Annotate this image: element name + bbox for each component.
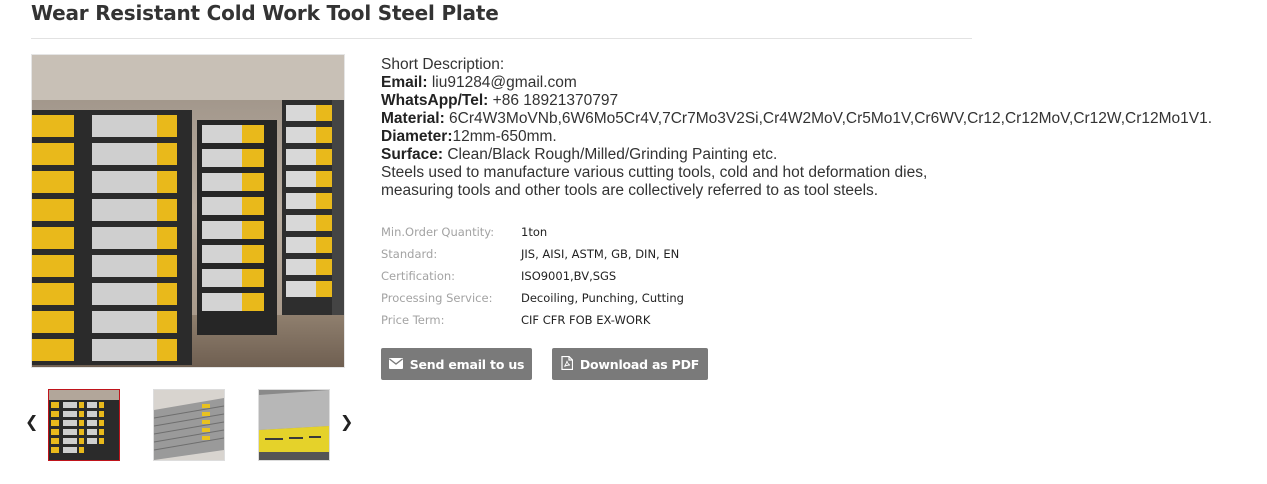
spec-row-certification: Certification: ISO9001,BV,SGS <box>381 266 684 288</box>
description-body-line-2: measuring tools and other tools are coll… <box>381 182 879 199</box>
thumbnail-image <box>154 390 224 460</box>
spec-value: JIS, AISI, ASTM, GB, DIN, EN <box>521 247 680 261</box>
download-pdf-label: Download as PDF <box>579 356 700 372</box>
download-pdf-button[interactable]: Download as PDF <box>552 348 708 380</box>
email-line: Email: liu91284@gmail.com <box>381 74 1261 92</box>
thumbnail-1[interactable] <box>48 389 120 461</box>
surface-value: Clean/Black Rough/Milled/Grinding Painti… <box>443 146 778 163</box>
title-divider <box>31 38 972 39</box>
diameter-label: Diameter: <box>381 128 453 145</box>
pdf-file-icon <box>561 355 573 373</box>
thumbnail-3[interactable] <box>258 389 330 461</box>
short-description-heading: Short Description: <box>381 56 505 73</box>
product-title: Wear Resistant Cold Work Tool Steel Plat… <box>31 1 499 25</box>
chevron-left-icon[interactable]: ❮ <box>25 415 38 431</box>
steel-plates-photo <box>32 55 344 367</box>
spec-value: CIF CFR FOB EX-WORK <box>521 313 651 327</box>
spec-label: Min.Order Quantity: <box>381 225 495 239</box>
material-label: Material: <box>381 110 445 127</box>
product-specs: Min.Order Quantity: 1ton Standard: JIS, AI… <box>381 222 684 332</box>
send-email-button[interactable]: Send email to us <box>381 348 532 380</box>
spec-value: Decoiling, Punching, Cutting <box>521 291 684 305</box>
surface-label: Surface: <box>381 146 444 163</box>
chevron-right-icon[interactable]: ❯ <box>340 415 353 431</box>
send-email-label: Send email to us <box>409 356 525 372</box>
main-product-image[interactable] <box>31 54 345 368</box>
whatsapp-line: WhatsApp/Tel: +86 18921370797 <box>381 92 1261 110</box>
material-value: 6Cr4W3MoVNb,6W6Mo5Cr4V,7Cr7Mo3V2Si,Cr4W2… <box>444 110 1213 127</box>
diameter-line: Diameter:12mm-650mm. <box>381 128 1261 146</box>
envelope-icon <box>388 357 403 372</box>
material-line: Material: 6Cr4W3MoVNb,6W6Mo5Cr4V,7Cr7Mo3… <box>381 110 1261 128</box>
surface-line: Surface: Clean/Black Rough/Milled/Grindi… <box>381 146 1261 164</box>
spec-row-standard: Standard: JIS, AISI, ASTM, GB, DIN, EN <box>381 244 684 266</box>
email-value: liu91284@gmail.com <box>427 74 577 91</box>
thumbnail-carousel: ❮ ❯ <box>0 385 370 465</box>
spec-row-price-term: Price Term: CIF CFR FOB EX-WORK <box>381 310 684 332</box>
spec-label: Certification: <box>381 269 456 283</box>
spec-value: ISO9001,BV,SGS <box>521 269 617 283</box>
spec-label: Processing Service: <box>381 291 493 305</box>
thumbnail-image <box>259 390 329 460</box>
spec-label: Standard: <box>381 247 438 261</box>
email-label: Email: <box>381 74 428 91</box>
spec-value: 1ton <box>521 225 548 239</box>
thumbnail-image <box>49 390 119 460</box>
spec-row-min-order: Min.Order Quantity: 1ton <box>381 222 684 244</box>
thumbnail-2[interactable] <box>153 389 225 461</box>
whatsapp-value: +86 18921370797 <box>488 92 619 109</box>
spec-label: Price Term: <box>381 313 445 327</box>
spec-row-processing-service: Processing Service: Decoiling, Punching, … <box>381 288 684 310</box>
whatsapp-label: WhatsApp/Tel: <box>381 92 489 109</box>
description-body-line-1: Steels used to manufacture various cutti… <box>381 164 928 181</box>
short-description: Short Description: Email: liu91284@gmail… <box>381 56 1261 200</box>
diameter-value: 12mm-650mm. <box>452 128 557 145</box>
